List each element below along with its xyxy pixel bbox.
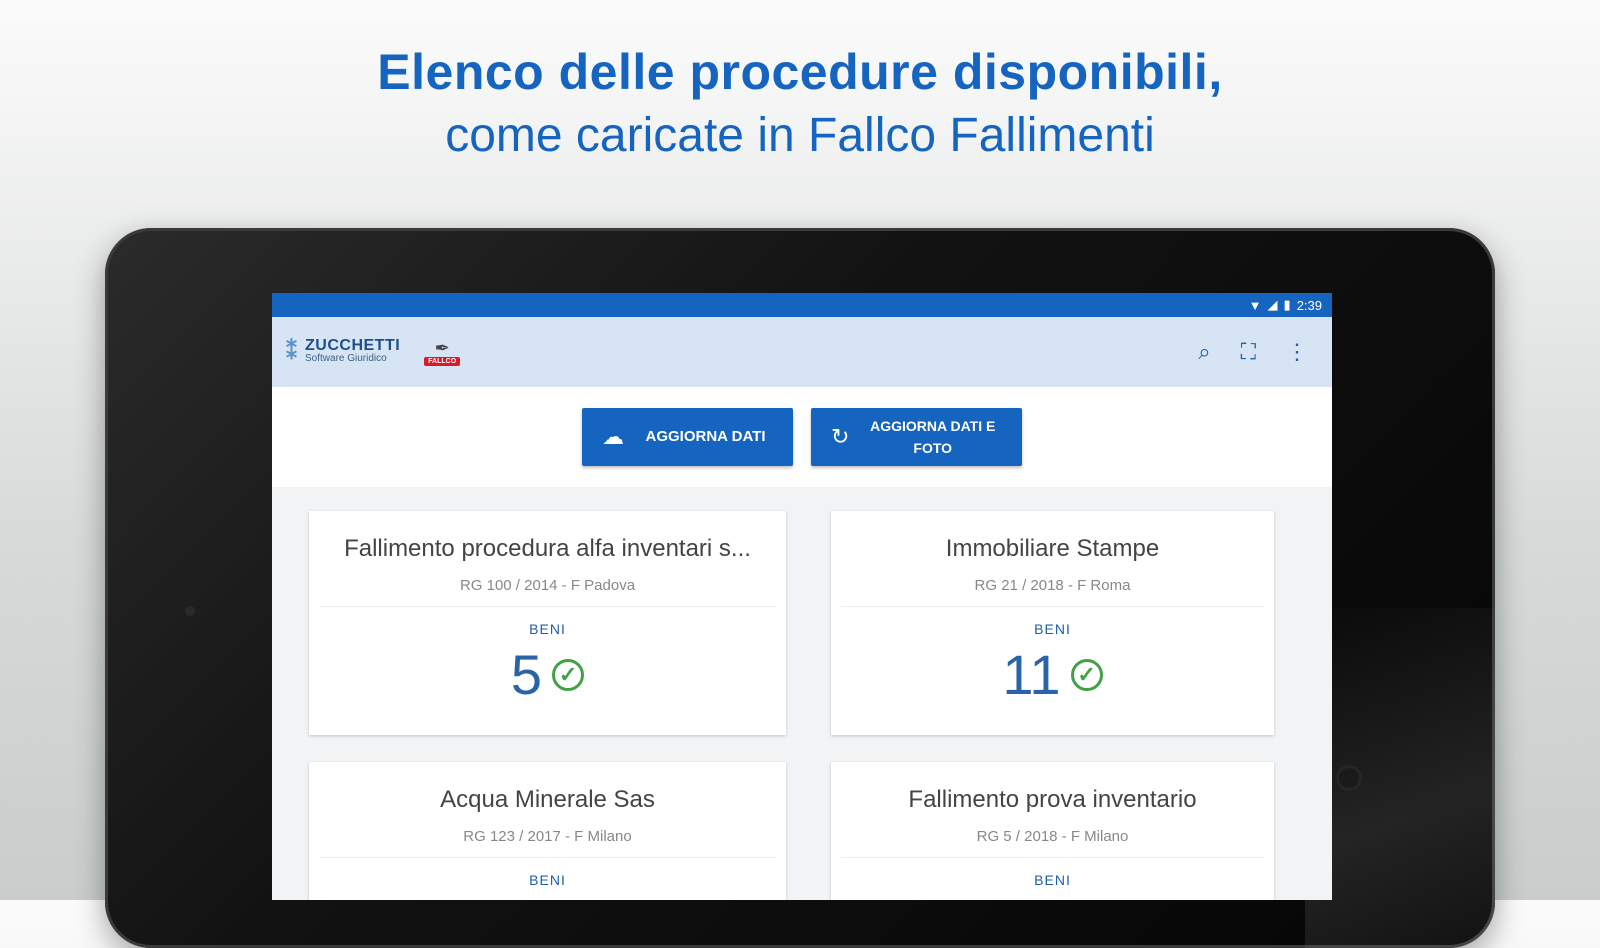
card-divider xyxy=(319,606,776,607)
procedure-title: Fallimento procedura alfa inventari s... xyxy=(344,535,751,562)
beni-label: BENI xyxy=(529,872,566,888)
zucchetti-logo-icon: ⁑ xyxy=(286,339,297,364)
procedure-title: Fallimento prova inventario xyxy=(908,786,1197,813)
quill-icon: ✒ xyxy=(434,337,450,358)
procedure-subtitle: RG 5 / 2018 - F Milano xyxy=(976,828,1129,845)
update-data-label: AGGIORNA DATI xyxy=(645,428,766,445)
procedure-subtitle: RG 123 / 2017 - F Milano xyxy=(463,828,632,845)
card-divider xyxy=(841,606,1264,607)
procedure-subtitle: RG 21 / 2018 - F Roma xyxy=(974,577,1131,594)
beni-label: BENI xyxy=(1034,872,1071,888)
procedure-subtitle: RG 100 / 2014 - F Padova xyxy=(459,577,636,594)
procedure-title: Immobiliare Stampe xyxy=(945,535,1160,562)
search-icon[interactable]: ⌕ xyxy=(1198,339,1210,365)
procedure-card[interactable]: Immobiliare Stampe RG 21 / 2018 - F Roma… xyxy=(831,511,1274,735)
brand-name: ZUCCHETTI xyxy=(305,337,401,354)
beni-count: 11 xyxy=(1002,643,1061,706)
app-screen: ▼ ◢ ▮ 2:39 ⁑ ZUCCHETTI Software Giuridic… xyxy=(272,293,1332,900)
fallco-tag: FALLCO xyxy=(424,356,461,366)
procedure-card[interactable]: Fallimento procedura alfa inventari s...… xyxy=(309,511,786,735)
brand-text: ZUCCHETTI Software Giuridico xyxy=(305,337,401,365)
refresh-icon: ↻ xyxy=(831,424,850,449)
update-data-photos-label: AGGIORNA DATI E FOTO xyxy=(863,415,1002,459)
wifi-icon: ▼ xyxy=(1248,297,1262,313)
check-circle-icon: ✓ xyxy=(1070,659,1103,691)
status-bar: ▼ ◢ ▮ 2:39 xyxy=(272,293,1332,317)
card-divider xyxy=(319,857,776,858)
status-time: 2:39 xyxy=(1296,297,1322,313)
promo-headline: Elenco delle procedure disponibili, come… xyxy=(0,40,1600,168)
beni-label: BENI xyxy=(529,621,566,637)
procedure-card[interactable]: Acqua Minerale Sas RG 123 / 2017 - F Mil… xyxy=(309,762,786,900)
signal-icon: ◢ xyxy=(1267,297,1278,312)
cloud-download-icon: ☁ xyxy=(602,424,624,449)
procedure-card[interactable]: Fallimento prova inventario RG 5 / 2018 … xyxy=(831,762,1274,900)
more-vert-icon[interactable]: ⋮ xyxy=(1286,339,1308,365)
headline-line-2: come caricate in Fallco Fallimenti xyxy=(445,109,1155,162)
tablet-reflection xyxy=(1305,608,1495,948)
brand-subtitle: Software Giuridico xyxy=(305,353,387,364)
check-circle-icon: ✓ xyxy=(552,659,585,691)
sync-toolbar: ☁ AGGIORNA DATI ↻ AGGIORNA DATI E FOTO xyxy=(272,387,1332,487)
beni-count-row: 5 ✓ xyxy=(309,643,786,707)
beni-count-row: 11 ✓ xyxy=(831,643,1274,707)
tablet-camera xyxy=(1339,768,1359,788)
app-logo: ⁑ ZUCCHETTI Software Giuridico ✒ FALLCO xyxy=(286,337,461,366)
headline-line-1: Elenco delle procedure disponibili, xyxy=(377,44,1223,100)
update-data-button[interactable]: ☁ AGGIORNA DATI xyxy=(582,408,793,466)
tablet-sensor xyxy=(185,606,195,616)
update-data-photos-line-2: FOTO xyxy=(913,440,953,456)
app-bar-actions: ⌕ ⛶ ⋮ xyxy=(1198,317,1308,387)
battery-icon: ▮ xyxy=(1283,297,1291,312)
update-data-photos-line-1: AGGIORNA DATI E xyxy=(870,418,996,434)
fallco-logo: ✒ FALLCO xyxy=(424,337,461,366)
procedure-title: Acqua Minerale Sas xyxy=(440,786,655,813)
update-data-photos-button[interactable]: ↻ AGGIORNA DATI E FOTO xyxy=(811,408,1022,466)
beni-label: BENI xyxy=(1034,621,1071,637)
scan-icon[interactable]: ⛶ xyxy=(1241,339,1256,365)
card-divider xyxy=(841,857,1264,858)
beni-count: 5 xyxy=(510,643,543,706)
app-bar: ⁑ ZUCCHETTI Software Giuridico ✒ FALLCO … xyxy=(272,317,1332,387)
